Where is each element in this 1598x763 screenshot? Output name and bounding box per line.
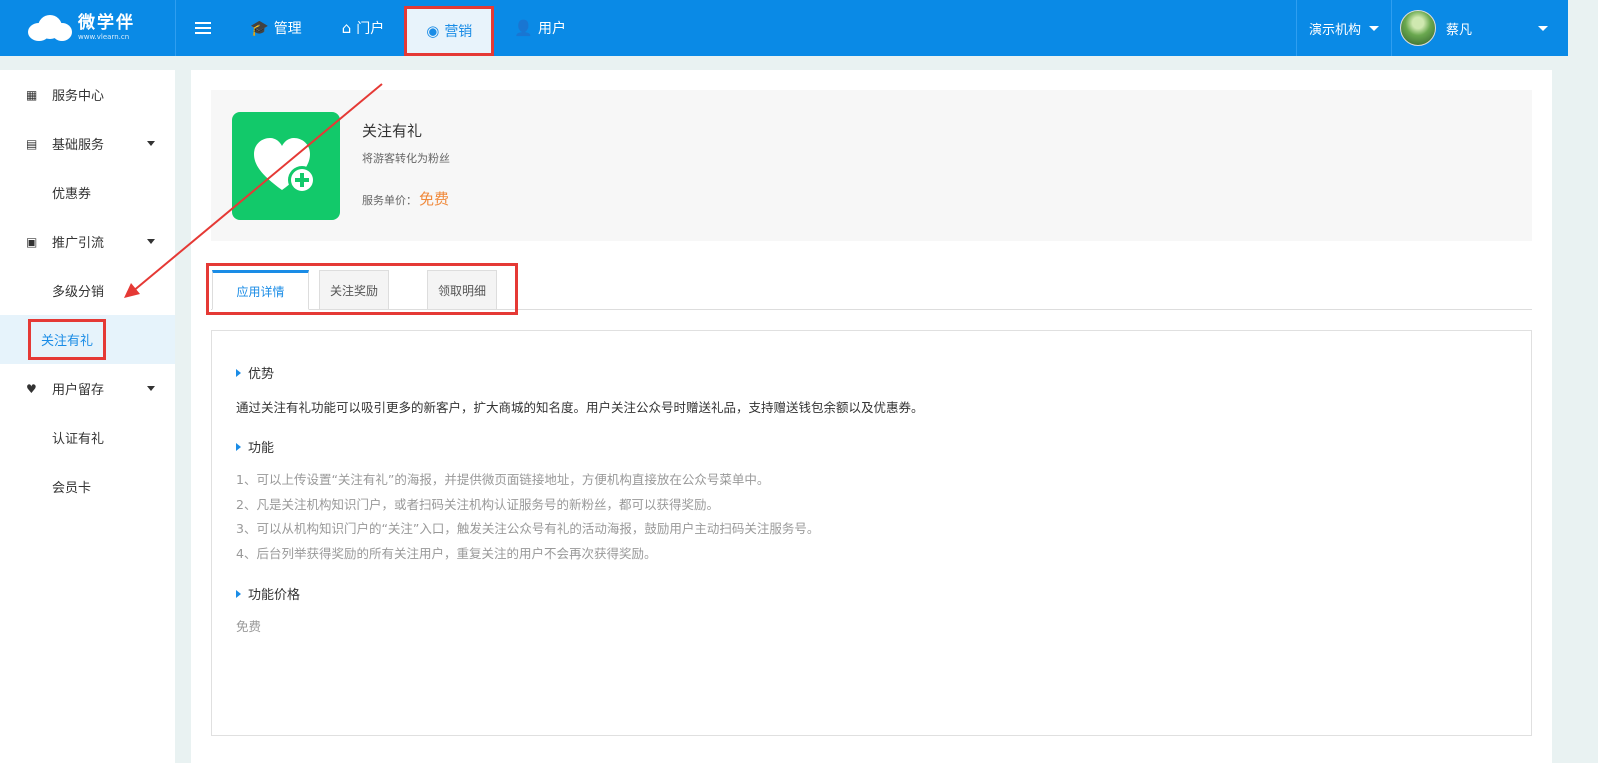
app-banner: 关注有礼 将游客转化为粉丝 服务单价： 免费	[211, 90, 1532, 241]
graduation-cap-icon: 🎓	[250, 19, 269, 37]
avatar	[1400, 10, 1436, 46]
chevron-down-icon	[1538, 25, 1548, 31]
sidebar-item-label: 关注有礼	[28, 319, 107, 360]
nav-label: 营销	[444, 24, 473, 40]
section-features: 功能	[236, 437, 274, 456]
sidebar-item-coupons[interactable]: 优惠券	[0, 168, 175, 217]
sidebar-item-label: 会员卡	[52, 481, 92, 496]
sidebar-item-label: 认证有礼	[52, 432, 105, 447]
sidebar-item-promotion[interactable]: ▣ 推广引流	[0, 217, 175, 266]
hamburger-icon	[195, 22, 211, 34]
sidebar-item-verify-gift[interactable]: 认证有礼	[0, 413, 175, 462]
sidebar-item-label: 推广引流	[52, 236, 105, 251]
money-icon: ▣	[26, 234, 38, 249]
sidebar-item-label: 多级分销	[52, 285, 105, 300]
section-price: 功能价格	[236, 584, 300, 603]
sidebar-item-label: 优惠券	[52, 187, 92, 202]
nav-item-users[interactable]: 👤 用户	[494, 0, 586, 56]
aperture-icon: ◉	[426, 22, 440, 40]
sidebar-item-member-card[interactable]: 会员卡	[0, 462, 175, 511]
logo-text: 微学伴	[78, 13, 135, 33]
feature-line: 1、可以上传设置“关注有礼”的海报，并提供微页面链接地址，方便机构直接放在公众号…	[236, 472, 770, 487]
user-menu[interactable]: 蔡凡	[1392, 0, 1568, 56]
nav-label: 门户	[356, 21, 385, 37]
section-title: 功能价格	[248, 588, 301, 603]
price-value: 免费	[419, 190, 450, 208]
grid-icon: ▦	[26, 87, 38, 102]
app-price: 服务单价： 免费	[362, 188, 449, 209]
nav-item-manage[interactable]: 🎓 管理	[230, 0, 322, 56]
clipboard-icon: ▤	[26, 136, 38, 151]
app-title: 关注有礼	[362, 122, 423, 140]
sidebar-item-label: 服务中心	[52, 89, 105, 104]
sidebar-item-retention[interactable]: ♥ 用户留存	[0, 364, 175, 413]
feature-line: 3、可以从机构知识门户的“关注”入口，触发关注公众号有礼的活动海报，鼓励用户主动…	[236, 521, 820, 536]
sidebar-item-follow-gift[interactable]: 关注有礼	[0, 315, 175, 364]
price-label: 服务单价：	[362, 194, 417, 207]
section-title: 优势	[248, 367, 275, 382]
feature-line: 4、后台列举获得奖励的所有关注用户，重复关注的用户不会再次获得奖励。	[236, 546, 657, 561]
hearts-icon: ♥	[26, 381, 37, 396]
home-icon: ⌂	[341, 19, 352, 37]
sidebar-item-label: 基础服务	[52, 138, 105, 153]
chevron-down-icon	[147, 239, 155, 244]
main-content: 关注有礼 将游客转化为粉丝 服务单价： 免费 应用详情 关注奖励 领取明细 优势 …	[191, 70, 1552, 763]
chevron-down-icon	[1369, 25, 1379, 31]
org-selector[interactable]: 演示机构	[1295, 0, 1392, 56]
menu-toggle-button[interactable]	[176, 0, 230, 56]
tabs-highlight-box	[206, 263, 518, 315]
nav-item-portal[interactable]: ⌂ 门户	[322, 0, 405, 56]
logo-url: www.vlearn.cn	[78, 33, 130, 41]
section-title: 功能	[248, 441, 275, 456]
triangle-right-icon	[236, 589, 241, 598]
section-advantages: 优势	[236, 363, 274, 382]
triangle-right-icon	[236, 368, 241, 377]
logo[interactable]: 微学伴 www.vlearn.cn	[0, 0, 176, 56]
sidebar-item-distribution[interactable]: 多级分销	[0, 266, 175, 315]
sidebar-item-label: 用户留存	[52, 383, 105, 398]
nav-label: 用户	[538, 21, 566, 37]
nav-label: 管理	[273, 21, 302, 37]
chevron-down-icon	[147, 386, 155, 391]
user-gear-icon: 👤	[514, 19, 533, 37]
feature-line: 2、凡是关注机构知识门户，或者扫码关注机构认证服务号的新粉丝，都可以获得奖励。	[236, 497, 719, 512]
chevron-down-icon	[147, 141, 155, 146]
app-description: 将游客转化为粉丝	[362, 152, 450, 165]
user-name: 蔡凡	[1446, 22, 1473, 38]
sidebar-item-service-center[interactable]: ▦ 服务中心	[0, 70, 175, 119]
org-name: 演示机构	[1308, 22, 1361, 38]
nav-item-marketing[interactable]: ◉ 营销	[404, 6, 495, 56]
top-navbar: 微学伴 www.vlearn.cn 🎓 管理 ⌂ 门户 ◉ 营销 👤 用户 演示…	[0, 0, 1568, 56]
sidebar: ▦ 服务中心 ▤ 基础服务 优惠券 ▣ 推广引流 多级分销 关注有礼 ♥ 用户留…	[0, 70, 175, 763]
feature-price-text: 免费	[236, 619, 262, 634]
advantages-text: 通过关注有礼功能可以吸引更多的新客户，扩大商城的知名度。用户关注公众号时赠送礼品…	[236, 400, 924, 415]
detail-panel: 优势 通过关注有礼功能可以吸引更多的新客户，扩大商城的知名度。用户关注公众号时赠…	[211, 330, 1532, 736]
triangle-right-icon	[236, 442, 241, 451]
cloud-logo-icon	[28, 13, 72, 43]
sidebar-item-basic-services[interactable]: ▤ 基础服务	[0, 119, 175, 168]
heart-plus-icon	[232, 112, 340, 220]
